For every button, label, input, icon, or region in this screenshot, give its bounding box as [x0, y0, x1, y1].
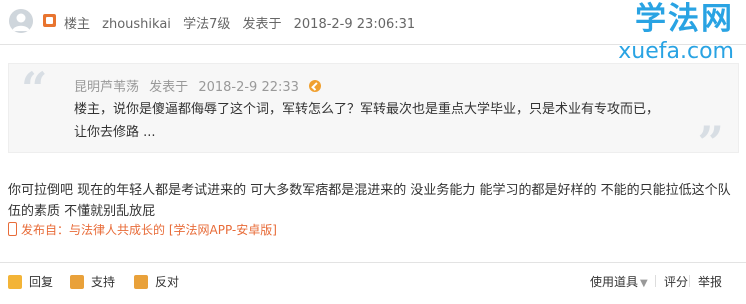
- reply-button[interactable]: 回复: [8, 273, 53, 290]
- quote-posted-time: 2018-2-9 22:33: [198, 80, 299, 95]
- jump-to-post-icon[interactable]: [309, 80, 322, 92]
- rate-button[interactable]: 评分: [664, 273, 688, 290]
- posted-time: 2018-2-9 23:06:31: [293, 17, 416, 32]
- open-quote-icon: “: [21, 62, 48, 116]
- divider: [689, 275, 690, 287]
- reply-icon: [8, 274, 22, 289]
- post-source[interactable]: 发布自：与法律人共成长的 [学法网APP-安卓版]: [8, 221, 277, 238]
- user-avatar[interactable]: [9, 9, 33, 33]
- support-button[interactable]: 支持: [70, 273, 115, 290]
- oppose-button[interactable]: 反对: [134, 273, 179, 290]
- post-source-text[interactable]: 发布自：与法律人共成长的 [学法网APP-安卓版]: [21, 223, 277, 237]
- post-content: 你可拉倒吧 现在的年轻人都是考试进来的 可大多数军痞都是混进来的 没业务能力 能…: [8, 183, 731, 219]
- oppose-label: 反对: [155, 275, 180, 289]
- support-label: 支持: [91, 275, 116, 289]
- thumbs-down-icon: [134, 274, 148, 289]
- post-meta: 楼主 zhoushikai 学法7级 发表于 2018-2-9 23:06:31: [64, 13, 423, 32]
- site-watermark: 学法网 xuefa.com: [618, 4, 734, 63]
- watermark-host: xuefa.com: [618, 39, 734, 64]
- quote-text: 楼主，说你是傻逼都侮辱了这个词，军转怎么了？军转最次也是重点大学毕业，只是术业有…: [74, 102, 660, 140]
- chevron-down-icon: ▼: [640, 278, 648, 289]
- username-link[interactable]: zhoushikai: [102, 17, 171, 32]
- tools-label: 使用道具: [590, 275, 639, 289]
- quoted-post: “ 昆明芦苇荡 发表于 2018-2-9 22:33 楼主，说你是傻逼都侮辱了这…: [8, 62, 739, 170]
- post-header: 楼主 zhoushikai 学法7级 发表于 2018-2-9 23:06:31…: [0, 0, 746, 63]
- divider: [655, 275, 656, 287]
- user-level: 学法7级: [183, 17, 231, 32]
- thumbs-up-icon: [70, 274, 84, 289]
- quote-posted-prefix: 发表于: [149, 80, 189, 95]
- post-actions: 回复 支持 反对 使用道具 ▼ 评分 举报: [0, 262, 746, 304]
- phone-icon: [8, 222, 17, 236]
- posted-prefix: 发表于: [242, 17, 282, 32]
- close-quote-icon: ”: [697, 116, 724, 170]
- op-label: 楼主: [64, 17, 91, 32]
- quote-author[interactable]: 昆明芦苇荡: [74, 80, 139, 95]
- report-button[interactable]: 举报: [698, 273, 722, 290]
- watermark-title: 学法网: [635, 1, 734, 37]
- level-badge-icon: [43, 14, 56, 27]
- quote-meta: 昆明芦苇荡 发表于 2018-2-9 22:33: [74, 76, 327, 95]
- reply-label: 回复: [29, 275, 54, 289]
- tools-dropdown[interactable]: 使用道具 ▼: [590, 273, 648, 290]
